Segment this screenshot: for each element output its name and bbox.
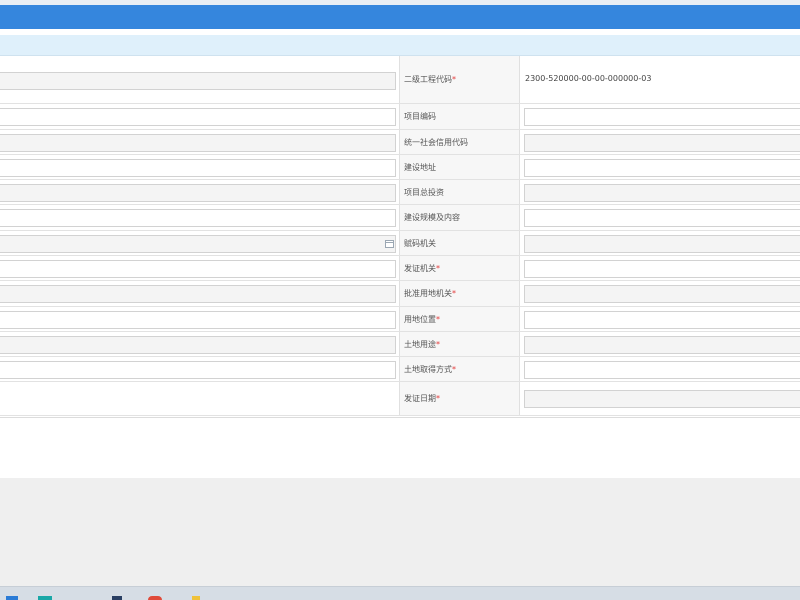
field-label-text: 赋码机关 xyxy=(404,239,436,248)
field-label-text: 项目编码 xyxy=(404,112,436,121)
field-label-text: 项目总投资 xyxy=(404,188,444,197)
left-input-field[interactable] xyxy=(0,108,396,126)
field-label: 建设地址 xyxy=(404,162,436,173)
left-input-field[interactable] xyxy=(0,72,396,90)
right-input-field[interactable] xyxy=(524,260,800,278)
form-row: 土地取得方式* xyxy=(0,357,800,382)
form-row: 二级工程代码* 2300-520000-00-00-000000-03 xyxy=(0,56,800,104)
field-label: 批准用地机关* xyxy=(404,288,456,299)
right-input-field[interactable] xyxy=(524,108,800,126)
field-label-text: 用地位置 xyxy=(404,315,436,324)
form-row: 土地用途* xyxy=(0,332,800,357)
form-row: 项目编码 xyxy=(0,104,800,130)
field-label: 土地取得方式* xyxy=(404,364,456,375)
field-label-text: 土地取得方式 xyxy=(404,365,452,374)
form-row: 建设地址 xyxy=(0,155,800,180)
field-label-text: 建设地址 xyxy=(404,163,436,172)
form-row: 赋码机关 xyxy=(0,231,800,256)
right-input-field[interactable] xyxy=(524,235,800,253)
required-asterisk: * xyxy=(436,264,440,273)
right-input-field[interactable] xyxy=(524,361,800,379)
field-label: 土地用途* xyxy=(404,339,440,350)
right-input-field[interactable] xyxy=(524,311,800,329)
field-label: 二级工程代码* xyxy=(404,74,456,85)
field-label: 赋码机关 xyxy=(404,238,436,249)
field-label-text: 发证日期 xyxy=(404,394,436,403)
left-input-field[interactable] xyxy=(0,336,396,354)
form-row: 统一社会信用代码 xyxy=(0,130,800,155)
calendar-icon[interactable] xyxy=(385,240,394,248)
required-asterisk: * xyxy=(436,315,440,324)
required-asterisk: * xyxy=(436,394,440,403)
right-input-field[interactable] xyxy=(524,209,800,227)
right-input-field[interactable] xyxy=(524,336,800,354)
left-input-field[interactable] xyxy=(0,285,396,303)
field-label: 建设规模及内容 xyxy=(404,212,460,223)
taskbar-app-icon[interactable] xyxy=(112,596,122,600)
right-input-field[interactable] xyxy=(524,390,800,408)
field-label: 发证机关* xyxy=(404,263,440,274)
required-asterisk: * xyxy=(452,289,456,298)
taskbar-app-icon[interactable] xyxy=(38,596,52,600)
windows-start-icon[interactable] xyxy=(6,596,18,600)
required-asterisk: * xyxy=(452,75,456,84)
field-label-text: 批准用地机关 xyxy=(404,289,452,298)
form-row: 发证机关* xyxy=(0,256,800,281)
form-row: 用地位置* xyxy=(0,307,800,332)
left-input-field[interactable] xyxy=(0,184,396,202)
left-input-field[interactable] xyxy=(0,260,396,278)
field-label-text: 发证机关 xyxy=(404,264,436,273)
folder-icon[interactable] xyxy=(192,596,200,600)
field-label-text: 土地用途 xyxy=(404,340,436,349)
required-asterisk: * xyxy=(452,365,456,374)
required-asterisk: * xyxy=(436,340,440,349)
field-label-text: 建设规模及内容 xyxy=(404,213,460,222)
left-input-field[interactable] xyxy=(0,134,396,152)
section-header-strip xyxy=(0,35,800,56)
left-input-field[interactable] xyxy=(0,209,396,227)
project-code-value: 2300-520000-00-00-000000-03 xyxy=(525,74,652,83)
form-row: 建设规模及内容 xyxy=(0,205,800,231)
title-bar xyxy=(0,5,800,29)
field-label: 项目编码 xyxy=(404,111,436,122)
project-info-form: 二级工程代码* 2300-520000-00-00-000000-03 项目编码 统一… xyxy=(0,56,800,418)
right-input-field[interactable] xyxy=(524,184,800,202)
browser-icon[interactable] xyxy=(148,596,162,600)
left-input-field[interactable] xyxy=(0,361,396,379)
form-row: 发证日期* xyxy=(0,382,800,416)
page-gray-area xyxy=(0,478,800,586)
left-input-field[interactable] xyxy=(0,159,396,177)
right-input-field[interactable] xyxy=(524,285,800,303)
left-input-field[interactable] xyxy=(0,311,396,329)
field-label: 发证日期* xyxy=(404,393,440,404)
field-label-text: 统一社会信用代码 xyxy=(404,138,468,147)
field-label-text: 二级工程代码 xyxy=(404,75,452,84)
form-row: 项目总投资 xyxy=(0,180,800,205)
field-label: 项目总投资 xyxy=(404,187,444,198)
left-input-field[interactable] xyxy=(0,235,396,253)
right-input-field[interactable] xyxy=(524,159,800,177)
form-row: 批准用地机关* xyxy=(0,281,800,307)
app-window: 二级工程代码* 2300-520000-00-00-000000-03 项目编码 统一… xyxy=(0,0,800,600)
field-label: 统一社会信用代码 xyxy=(404,137,468,148)
field-label: 用地位置* xyxy=(404,314,440,325)
form-bottom-space xyxy=(0,418,800,478)
right-input-field[interactable] xyxy=(524,134,800,152)
